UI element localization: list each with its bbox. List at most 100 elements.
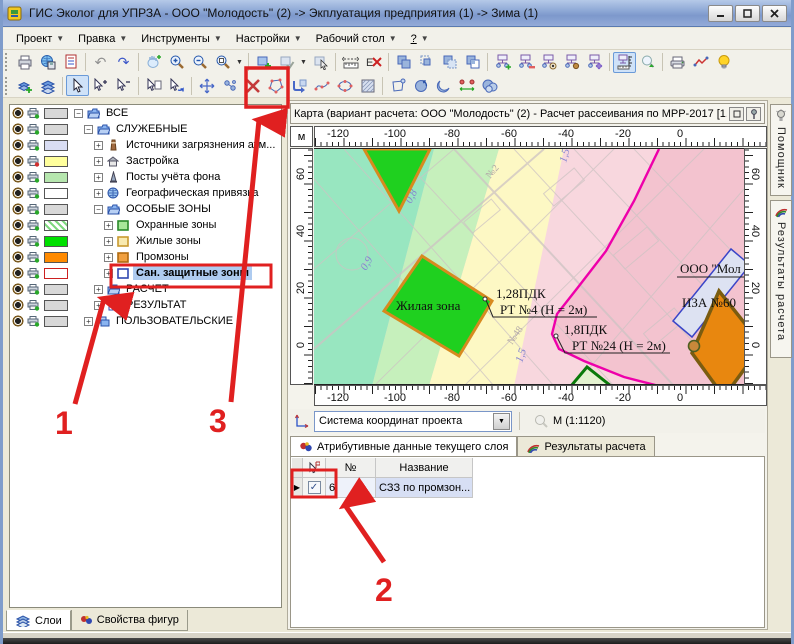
tab-assistant[interactable]: Помощник (770, 104, 792, 196)
source-point-marker[interactable] (689, 341, 700, 352)
print-layer-icon[interactable] (27, 251, 40, 263)
polygon-nodes-icon[interactable] (386, 75, 409, 96)
pick-figure-icon[interactable] (309, 52, 332, 73)
zoom-out-icon[interactable] (188, 52, 211, 73)
visibility-eye-icon[interactable] (12, 155, 24, 167)
tree-item-label[interactable]: СЛУЖЕБНЫЕ (113, 122, 191, 136)
delete-figure-icon[interactable] (241, 75, 264, 96)
layer-color-swatch[interactable] (44, 252, 68, 263)
edit-polygon-icon[interactable] (264, 75, 287, 96)
print-layer-icon[interactable] (27, 219, 40, 231)
node-remove-icon[interactable] (514, 52, 537, 73)
column-header-number[interactable]: № (326, 458, 376, 478)
visibility-eye-icon[interactable] (12, 315, 24, 327)
print-layer-icon[interactable] (27, 283, 40, 295)
visibility-eye-icon[interactable] (12, 123, 24, 135)
tab-figure-properties[interactable]: Свойства фигур (71, 610, 188, 631)
visibility-eye-icon[interactable] (12, 267, 24, 279)
move-figure-icon[interactable] (195, 75, 218, 96)
redo-icon[interactable]: ↷ (112, 52, 135, 73)
layer-color-swatch[interactable] (44, 156, 68, 167)
rotate-figure-icon[interactable] (409, 75, 432, 96)
title-bar[interactable]: ГИС Эколог для УПРЗА - ООО "Молодость" (… (3, 0, 791, 27)
arc-figure-icon[interactable] (432, 75, 455, 96)
tree-item-label[interactable]: Географическая привязка (123, 186, 262, 200)
select-redirect-icon[interactable] (165, 75, 188, 96)
print-layer-icon[interactable] (27, 155, 40, 167)
tree-expand-toggle[interactable]: + (94, 157, 103, 166)
tree-item-10[interactable]: + Промзоны (10, 249, 281, 265)
tab-calc-results-side[interactable]: Результаты расчета (770, 200, 792, 358)
tree-expand-toggle[interactable]: + (104, 253, 113, 262)
visibility-eye-icon[interactable] (12, 219, 24, 231)
shape-xor-icon[interactable] (461, 52, 484, 73)
tree-item-label[interactable]: Промзоны (133, 250, 192, 264)
print-layer-icon[interactable] (27, 235, 40, 247)
tree-item-label[interactable]: Жилые зоны (133, 234, 204, 248)
save-web-map-icon[interactable] (36, 52, 59, 73)
undo-icon[interactable]: ↶ (89, 52, 112, 73)
print-layer-icon[interactable] (27, 299, 40, 311)
tree-item-13[interactable]: +РЕЗУЛЬТАТ (10, 297, 281, 313)
tree-item-label[interactable]: Источники загрязнения атм... (123, 138, 278, 152)
layer-color-swatch[interactable] (44, 300, 68, 311)
tree-expand-toggle[interactable]: + (84, 317, 93, 326)
tree-item-8[interactable]: +Охранные зоны (10, 217, 281, 233)
tree-item-label[interactable]: Охранные зоны (133, 218, 219, 232)
tree-item-7[interactable]: −ОСОБЫЕ ЗОНЫ (10, 201, 281, 217)
tree-item-6[interactable]: + Географическая привязка (10, 185, 281, 201)
visibility-eye-icon[interactable] (12, 107, 24, 119)
accept-figure-icon[interactable] (275, 52, 298, 73)
visibility-eye-icon[interactable] (12, 203, 24, 215)
toolbar-grip[interactable] (5, 77, 11, 95)
move-segment-icon[interactable] (287, 75, 310, 96)
visibility-eye-icon[interactable] (12, 235, 24, 247)
tree-item-label[interactable]: Посты учёта фона (123, 170, 223, 184)
tree-item-3[interactable]: + Источники загрязнения атм... (10, 137, 281, 153)
layer-color-swatch[interactable] (44, 124, 68, 135)
tree-expand-toggle[interactable]: − (84, 125, 93, 134)
tree-expand-toggle[interactable]: + (104, 237, 113, 246)
layers-icon[interactable] (36, 75, 59, 96)
menu-edit[interactable]: Правка▼ (71, 30, 134, 48)
layer-color-swatch[interactable] (44, 236, 68, 247)
measure-ruler-icon[interactable] (339, 52, 362, 73)
tree-expand-toggle[interactable]: + (94, 141, 103, 150)
hint-icon[interactable] (712, 52, 735, 73)
print-icon[interactable] (13, 52, 36, 73)
tree-item-label[interactable]: РАСЧЕТ (123, 282, 172, 296)
layer-color-swatch[interactable] (44, 220, 68, 231)
tree-item-14[interactable]: + ПОЛЬЗОВАТЕЛЬСКИЕ (10, 313, 281, 329)
layer-color-swatch[interactable] (44, 108, 68, 119)
tree-expand-toggle[interactable]: − (94, 205, 103, 214)
menu-tools[interactable]: Инструменты▼ (134, 30, 229, 48)
tree-item-9[interactable]: + Жилые зоны (10, 233, 281, 249)
layer-color-swatch[interactable] (44, 172, 68, 183)
coordinate-system-select[interactable]: Система координат проекта ▼ (314, 411, 512, 432)
tab-attributes[interactable]: Атрибутивные данные текущего слоя (290, 436, 517, 457)
table-row[interactable]: ▶ ✓ 6 СЗЗ по промзон... (292, 478, 473, 498)
zoom-extent-icon[interactable] (211, 52, 234, 73)
report-icon[interactable] (59, 52, 82, 73)
zoom-in-icon[interactable] (165, 52, 188, 73)
tab-calc-results[interactable]: Результаты расчета (517, 436, 654, 457)
tree-item-label[interactable]: ВСЕ (103, 106, 131, 120)
zoom-extent-dropdown[interactable]: ▼ (234, 52, 245, 73)
select-page-icon[interactable] (142, 75, 165, 96)
menu-help[interactable]: ?▼ (404, 30, 436, 48)
tree-expand-toggle[interactable]: + (94, 285, 103, 294)
tree-item-12[interactable]: + РАСЧЕТ (10, 281, 281, 297)
layer-visible-checkbox[interactable]: ✓ (308, 481, 321, 494)
measure-panel-icon[interactable] (613, 52, 636, 73)
shape-intersect-icon[interactable] (438, 52, 461, 73)
tree-expand-toggle[interactable]: + (94, 173, 103, 182)
tree-item-label[interactable]: ПОЛЬЗОВАТЕЛЬСКИЕ (113, 314, 236, 328)
zoom-selection-icon[interactable] (636, 52, 659, 73)
tree-expand-toggle[interactable]: + (94, 301, 103, 310)
print-layer-icon[interactable] (27, 107, 40, 119)
visibility-eye-icon[interactable] (12, 187, 24, 199)
chevron-down-icon[interactable]: ▼ (493, 413, 510, 430)
layer-color-swatch[interactable] (44, 284, 68, 295)
maximize-panel-button[interactable] (729, 107, 744, 121)
tree-expand-toggle[interactable]: + (94, 189, 103, 198)
